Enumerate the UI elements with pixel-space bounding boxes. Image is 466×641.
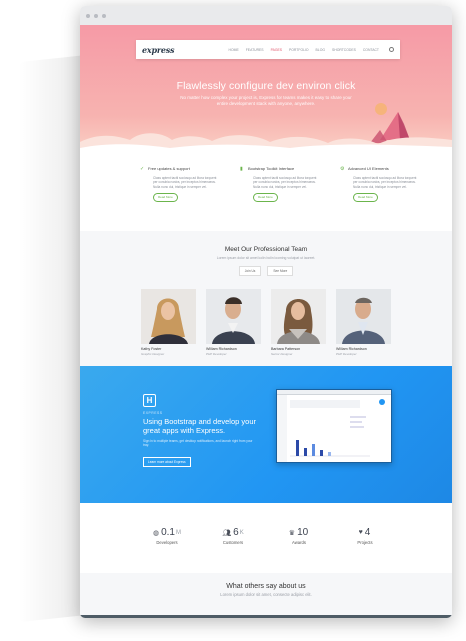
feature-text: Class aptent taciti sociosqu ad litora t…: [253, 176, 317, 189]
see-more-button[interactable]: See More: [267, 266, 294, 276]
promo-title: Using Bootstrap and develop your great a…: [143, 417, 256, 435]
stat-unit: M: [176, 529, 181, 536]
feature-title: Free updates & support: [148, 166, 190, 172]
site-logo[interactable]: express: [142, 45, 175, 55]
team-member-card[interactable]: William Richardson PHP Developer: [336, 289, 391, 356]
stat-label: Projects: [357, 540, 373, 545]
window-dot[interactable]: [94, 13, 98, 18]
feature-title: Advanced UI Elements: [348, 166, 389, 172]
nav-link-shortcodes[interactable]: Shortcodes: [332, 48, 356, 52]
member-name: William Richardson: [336, 347, 367, 351]
read-more-button[interactable]: Read More: [153, 193, 178, 202]
nav-link-portfolio[interactable]: Portfolio: [289, 48, 309, 52]
feature-card: ▮ Bootstrap Toolkit Interface Class apte…: [240, 166, 318, 231]
nav-link-blog[interactable]: Blog: [316, 48, 325, 52]
stat-unit: K: [239, 529, 244, 536]
mini-chart-illustration: [290, 416, 370, 457]
browser-window: express Home Features Pages Portfolio Bl…: [80, 6, 452, 618]
features-section: ✓ Free updates & support Class aptent ta…: [80, 155, 452, 231]
team-member-card[interactable]: Kathy Foster Graphic Designer: [141, 289, 196, 356]
member-name: Kathy Foster: [141, 347, 162, 351]
hero-subtitle: No matter how complex your project is, E…: [180, 95, 352, 106]
stat-item: ♥ 4 Projects: [345, 527, 385, 573]
window-titlebar: [80, 6, 452, 25]
check-icon: ✓: [140, 166, 145, 172]
member-photo: [271, 289, 326, 344]
nav-links: Home Features Pages Portfolio Blog Short…: [229, 47, 394, 52]
read-more-button[interactable]: Read More: [253, 193, 278, 202]
hero-section: express Home Features Pages Portfolio Bl…: [80, 25, 452, 155]
feature-text: Class aptent taciti sociosqu ad litora t…: [153, 176, 217, 189]
stat-value: 6: [233, 527, 239, 538]
users-icon: 👥︎: [222, 529, 232, 537]
member-role: Graphic Designer: [141, 352, 165, 356]
member-photo: [206, 289, 261, 344]
stat-value: 10: [297, 527, 309, 538]
hero-title: Flawlessly configure dev environ click: [176, 80, 356, 92]
stat-item: ◍ 0.1 M Developers: [147, 527, 187, 573]
promo-section: H EXPRESS Using Bootstrap and develop yo…: [80, 366, 452, 503]
team-title: Meet Our Professional Team: [224, 246, 308, 253]
stats-section: ◍ 0.1 M Developers 👥︎ 6 K Customers ♛ 10 Awar…: [80, 503, 452, 573]
search-icon[interactable]: [389, 47, 394, 52]
feature-text: Class aptent taciti sociosqu ad litora t…: [353, 176, 417, 189]
window-dot[interactable]: [102, 13, 106, 18]
promo-kicker: EXPRESS: [143, 411, 163, 415]
nav-link-features[interactable]: Features: [246, 48, 264, 52]
feature-title: Bootstrap Toolkit Interface: [248, 166, 295, 172]
brand-h-icon: H: [143, 394, 156, 407]
window-dot[interactable]: [86, 13, 90, 18]
testimonials-subtitle: Lorem ipsum dolor sit amet, consecte adi…: [220, 592, 312, 597]
team-member-card[interactable]: William Richardson PHP Developer: [206, 289, 261, 356]
member-photo: [141, 289, 196, 344]
read-more-button[interactable]: Read More: [353, 193, 378, 202]
stat-label: Customers: [222, 540, 244, 545]
team-member-card[interactable]: Barbara Patterson Senior Designer: [271, 289, 326, 356]
feature-card: ⚙ Advanced UI Elements Class aptent taci…: [340, 166, 418, 231]
member-name: William Richardson: [206, 347, 237, 351]
testimonials-title: What others say about us: [226, 583, 306, 590]
app-screenshot: [276, 389, 392, 463]
stat-value: 4: [364, 527, 371, 538]
bookmark-icon: ▮: [240, 166, 243, 172]
member-role: PHP Developer: [206, 352, 227, 356]
stat-item: 👥︎ 6 K Customers: [213, 527, 253, 573]
stat-item: ♛ 10 Awards: [279, 527, 319, 573]
join-us-button[interactable]: Join Us: [238, 266, 262, 276]
stat-label: Developers: [156, 540, 178, 545]
learn-more-button[interactable]: Learn more about Express: [143, 457, 191, 467]
member-role: PHP Developer: [336, 352, 357, 356]
member-photo: [336, 289, 391, 344]
member-name: Barbara Patterson: [271, 347, 301, 351]
globe-icon: ◍: [152, 529, 160, 537]
navbar: express Home Features Pages Portfolio Bl…: [136, 40, 400, 59]
stat-value: 0.1: [161, 527, 175, 538]
fab-icon: [379, 399, 385, 405]
team-subtitle: Lorem ipsum dolor sit amet kolin bolin l…: [216, 256, 316, 260]
trophy-icon: ♛: [288, 529, 296, 537]
nav-link-contact[interactable]: Contact: [363, 48, 379, 52]
testimonials-section: What others say about us Lorem ipsum dol…: [80, 573, 452, 615]
team-section: Meet Our Professional Team Lorem ipsum d…: [80, 231, 452, 366]
clouds-illustration: [80, 112, 452, 155]
heart-icon: ♥: [358, 529, 363, 536]
promo-description: Sign in to multiple teams, get desktop n…: [143, 439, 253, 448]
nav-link-pages[interactable]: Pages: [271, 48, 282, 52]
feature-card: ✓ Free updates & support Class aptent ta…: [140, 166, 218, 231]
nav-link-home[interactable]: Home: [229, 48, 239, 52]
stat-label: Awards: [292, 540, 306, 545]
footer: [80, 615, 452, 618]
settings-icon: ⚙: [340, 166, 345, 172]
member-role: Senior Designer: [271, 352, 293, 356]
